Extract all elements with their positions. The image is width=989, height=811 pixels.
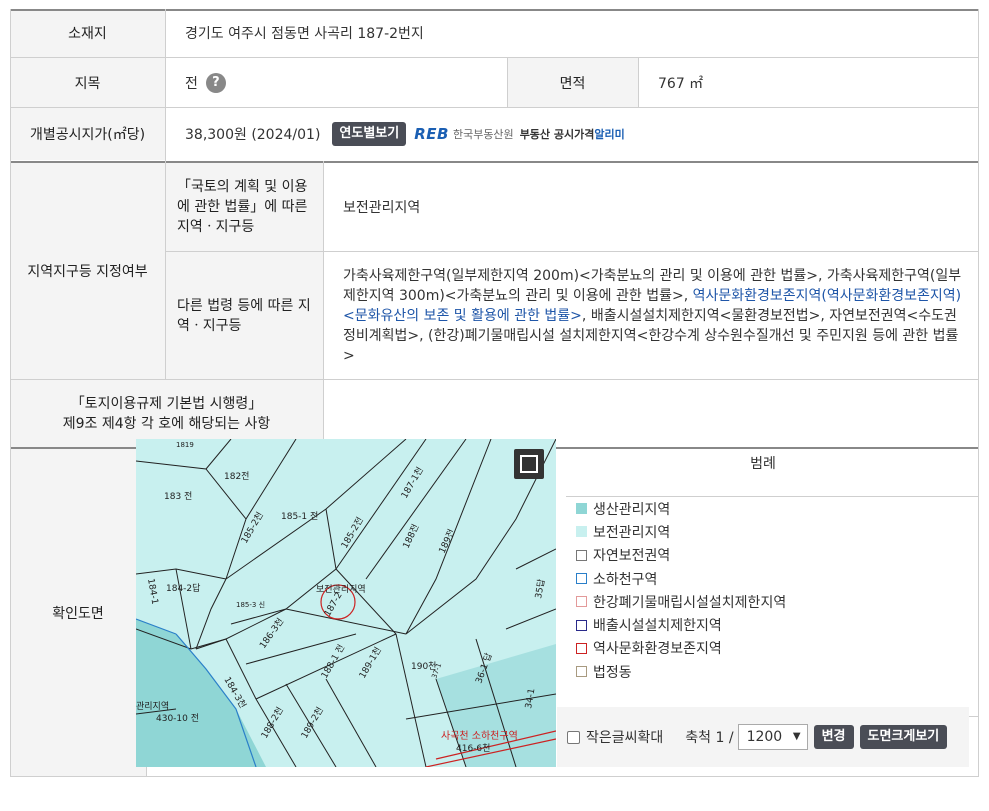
help-icon[interactable]: ? bbox=[205, 72, 226, 93]
enforcement-value bbox=[323, 380, 979, 447]
legend-swatch bbox=[576, 666, 587, 678]
legend-swatch bbox=[576, 526, 587, 538]
map-controls: 작은글씨확대 축척 1 / 1200 ▼ 변경 도면크게보기 bbox=[557, 707, 969, 767]
scale-label: 축척 1 / bbox=[685, 730, 734, 746]
legend-item: 역사문화환경보존지역 bbox=[576, 637, 956, 660]
legend-label: 보전관리지역 bbox=[593, 524, 671, 541]
map-label-430-10: 430-10 전 bbox=[156, 713, 199, 724]
legend-label: 법정동 bbox=[593, 664, 632, 681]
legend-label: 생산관리지역 bbox=[593, 501, 671, 518]
expand-icon bbox=[520, 455, 538, 473]
map-drawing: 183 전 182전 185-1 전 185-2천 185-2전 187-1천 … bbox=[136, 439, 556, 767]
legend-label: 한강폐기물매립시설설치제한지역 bbox=[593, 594, 787, 611]
legend-item: 배출시설설치제한지역 bbox=[576, 613, 956, 636]
legend-label: 배출시설설치제한지역 bbox=[593, 618, 722, 635]
legend-title: 범례 bbox=[750, 456, 776, 472]
map-label-183: 183 전 bbox=[164, 491, 192, 502]
map-label-stream-zone: 사곡천 소하천구역 bbox=[441, 729, 518, 742]
map-label-189: 189전 bbox=[437, 528, 458, 556]
location-value: 경기도 여주시 점동면 사곡리 187-2번지 bbox=[165, 9, 979, 57]
zoning-sub1-label: 「국토의 계획 및 이용에 관한 법률」에 따른 지역ㆍ지구등 bbox=[165, 163, 323, 251]
reb-name: 한국부동산원 bbox=[452, 128, 514, 141]
area-label: 면적 bbox=[507, 58, 638, 107]
map-label-conservation: 보전관리지역 bbox=[316, 584, 366, 595]
cadastral-map[interactable]: 183 전 182전 185-1 전 185-2천 185-2전 187-1천 … bbox=[136, 439, 556, 767]
map-label-184-1: 184-1 bbox=[145, 578, 159, 605]
legend-list: 생산관리지역보전관리지역자연보전권역소하천구역한강폐기물매립시설설치제한지역배출… bbox=[576, 497, 956, 683]
map-label: 확인도면 bbox=[10, 449, 146, 777]
legend-label: 소하천구역 bbox=[593, 571, 658, 588]
legend-swatch bbox=[576, 573, 587, 585]
land-category-label: 지목 bbox=[10, 58, 165, 107]
location-label: 소재지 bbox=[10, 9, 165, 57]
map-label-management: 관리지역 bbox=[136, 701, 169, 712]
year-view-button[interactable]: 연도별보기 bbox=[332, 122, 407, 146]
area-value: 767 ㎡ bbox=[638, 58, 979, 107]
scale-value: 1200 bbox=[746, 729, 783, 745]
zoning-label: 지역지구등 지정여부 bbox=[10, 163, 165, 379]
expand-map-button[interactable] bbox=[514, 449, 544, 479]
map-label-189-2: 189-2천 bbox=[299, 705, 326, 740]
chevron-down-icon: ▼ bbox=[792, 731, 801, 742]
land-category-value: 전 bbox=[185, 75, 198, 92]
map-label-185-3: 185-3 신 bbox=[236, 600, 265, 609]
reb-link[interactable]: REB 한국부동산원 부동산 공시가격 알리미 bbox=[414, 125, 625, 143]
price-label: 개별공시지가(㎡당) bbox=[10, 108, 165, 160]
legend-swatch bbox=[576, 549, 587, 561]
legend-swatch bbox=[576, 596, 587, 608]
zoning-sub1-value: 보전관리지역 bbox=[323, 163, 979, 251]
map-label-187-1: 187-1천 bbox=[399, 465, 426, 500]
zoning-sub2-label: 다른 법령 등에 따른 지역ㆍ지구등 bbox=[165, 252, 323, 379]
legend-swatch bbox=[576, 642, 587, 654]
map-label-416-6: 416-6천 bbox=[456, 743, 490, 754]
change-scale-button[interactable]: 변경 bbox=[813, 725, 854, 749]
legend-item: 생산관리지역 bbox=[576, 497, 956, 520]
small-text-checkbox[interactable] bbox=[567, 730, 580, 744]
legend-item: 한강폐기물매립시설설치제한지역 bbox=[576, 590, 956, 613]
scale-select[interactable]: 1200 ▼ bbox=[737, 724, 808, 750]
map-label-1819: 1819 bbox=[176, 441, 194, 449]
enlarge-map-button[interactable]: 도면크게보기 bbox=[859, 725, 948, 749]
legend-item: 법정동 bbox=[576, 660, 956, 683]
enforcement-label: 「토지이용규제 기본법 시행령」 제9조 제4항 각 호에 해당되는 사항 bbox=[10, 380, 323, 447]
legend-label: 역사문화환경보존지역 bbox=[593, 641, 722, 658]
legend-swatch bbox=[576, 503, 587, 515]
small-text-label: 작은글씨확대 bbox=[586, 730, 664, 746]
reb-logo-icon: REB bbox=[414, 125, 449, 143]
map-label-185-1: 185-1 전 bbox=[281, 511, 318, 522]
map-label-182: 182전 bbox=[224, 471, 249, 482]
enforcement-label-line1: 「토지이용규제 기본법 시행령」 bbox=[70, 395, 263, 412]
land-category-cell: 전 ? bbox=[165, 58, 507, 107]
map-label-35: 35답 bbox=[532, 578, 547, 600]
legend-item: 소하천구역 bbox=[576, 567, 956, 590]
legend-item: 보전관리지역 bbox=[576, 520, 956, 543]
price-cell: 38,300원 (2024/01) 연도별보기 REB 한국부동산원 부동산 공… bbox=[165, 108, 979, 160]
price-value: 38,300원 (2024/01) bbox=[185, 127, 321, 143]
map-label-188-1: 188-1 전 bbox=[319, 643, 347, 681]
enforcement-label-line2: 제9조 제4항 각 호에 해당되는 사항 bbox=[62, 415, 271, 432]
legend-label: 자연보전권역 bbox=[593, 548, 671, 565]
legend-swatch bbox=[576, 619, 587, 631]
zoning-sub2-value: 가축사육제한구역(일부제한지역 200m)<가축분뇨의 관리 및 이용에 관한 … bbox=[323, 252, 979, 379]
reb-tag2: 알리미 bbox=[594, 128, 625, 141]
legend-item: 자연보전권역 bbox=[576, 544, 956, 567]
map-label-184-2: 184-2답 bbox=[166, 582, 200, 594]
reb-tag: 부동산 공시가격 bbox=[519, 128, 595, 141]
